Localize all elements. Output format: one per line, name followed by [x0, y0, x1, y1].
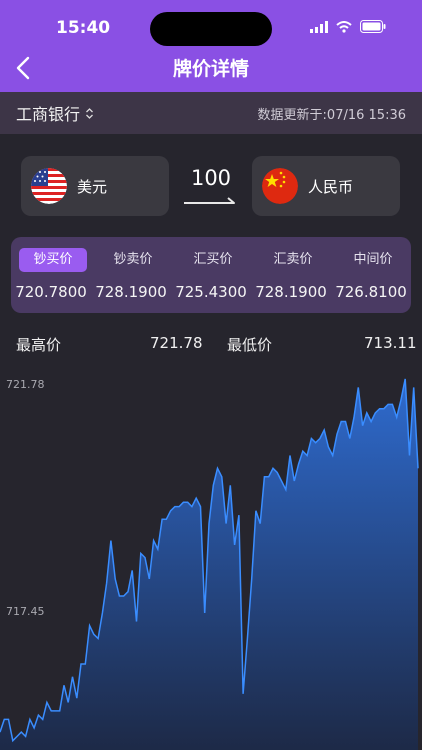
high-value: 721.78 [150, 334, 203, 352]
rate-col-transfer-sell[interactable]: 汇卖价 728.1900 [251, 237, 331, 313]
rate-cash-buy: 720.7800 [15, 283, 87, 301]
rate-panel: 钞买价 720.7800 钞卖价 728.1900 汇买价 725.4300 汇… [11, 237, 411, 313]
rate-col-middle[interactable]: 中间价 726.8100 [331, 237, 411, 313]
us-flag-icon [31, 168, 67, 204]
to-currency-label: 人民币 [308, 177, 354, 196]
battery-icon [360, 20, 386, 33]
rate-transfer-buy: 725.4300 [175, 283, 247, 301]
bank-selector[interactable]: 工商银行 [16, 101, 94, 125]
bank-bar: 工商银行 数据更新于:07/16 15:36 [0, 92, 422, 134]
price-chart[interactable]: 721.78 717.45 [0, 370, 422, 750]
dynamic-island [150, 12, 272, 46]
tab-cash-sell[interactable]: 钞卖价 [99, 248, 167, 272]
y-tick-label-mid: 717.45 [6, 605, 45, 618]
update-time: 数据更新于:07/16 15:36 [257, 107, 406, 123]
tab-transfer-sell[interactable]: 汇卖价 [259, 248, 327, 272]
status-icons [310, 20, 386, 33]
status-time: 15:40 [56, 18, 111, 38]
rate-cash-sell: 728.1900 [95, 283, 167, 301]
low-label: 最低价 [227, 336, 273, 354]
rate-middle: 726.8100 [335, 283, 407, 301]
cn-flag-icon [262, 168, 298, 204]
rate-col-cash-buy[interactable]: 钞买价 720.7800 [11, 237, 91, 313]
y-tick-label-max: 721.78 [6, 378, 45, 391]
rate-col-cash-sell[interactable]: 钞卖价 728.1900 [91, 237, 171, 313]
wifi-icon [336, 20, 352, 33]
to-currency-card[interactable]: 人民币 [252, 156, 400, 216]
from-currency-label: 美元 [77, 177, 108, 196]
low-value: 713.11 [364, 334, 417, 352]
from-currency-card[interactable]: 美元 [21, 156, 169, 216]
tab-middle[interactable]: 中间价 [339, 248, 407, 272]
signal-icon [310, 20, 328, 33]
bank-name: 工商银行 [16, 105, 81, 124]
tab-cash-buy[interactable]: 钞买价 [19, 248, 87, 272]
sort-chevron-icon [86, 107, 93, 119]
rate-transfer-sell: 728.1900 [255, 283, 327, 301]
high-label: 最高价 [16, 336, 62, 354]
amount-input[interactable]: 100 [184, 166, 238, 190]
tab-transfer-buy[interactable]: 汇买价 [179, 248, 247, 272]
page-title: 牌价详情 [172, 58, 249, 80]
convert-arrow-icon [184, 197, 235, 204]
rate-col-transfer-buy[interactable]: 汇买价 725.4300 [171, 237, 251, 313]
nav-header: 15:40 牌价详情 [0, 0, 422, 92]
